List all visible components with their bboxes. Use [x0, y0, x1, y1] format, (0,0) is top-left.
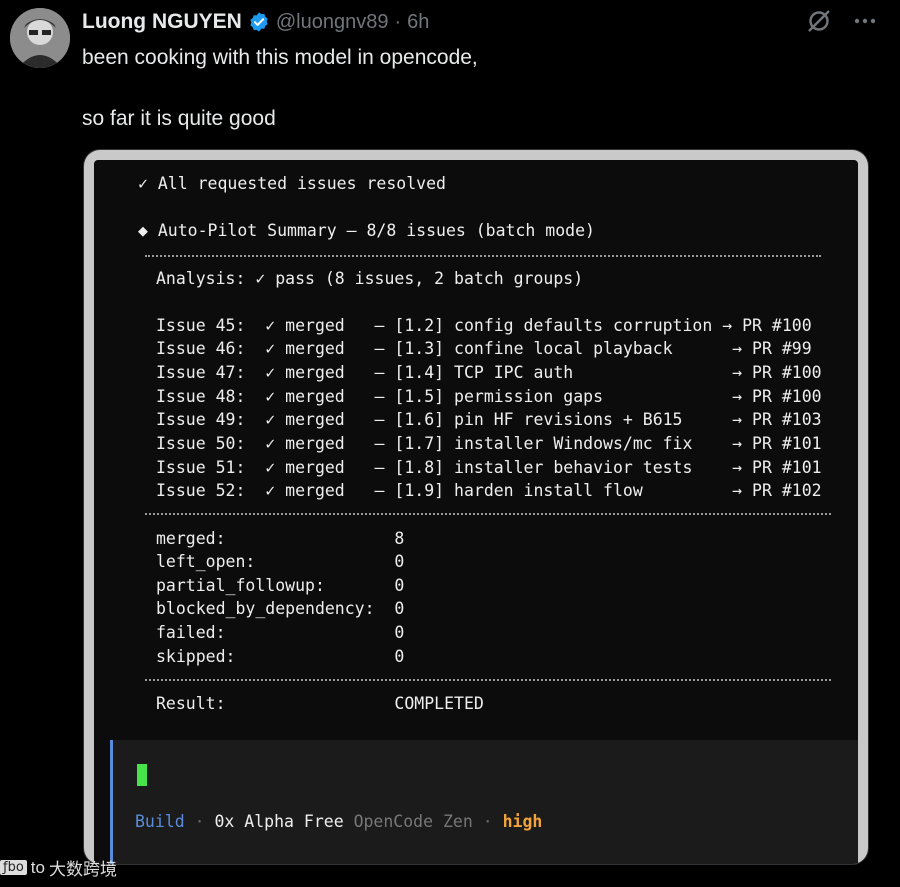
tweet-media-image[interactable]: ✓ All requested issues resolved ◆ Auto-P… — [84, 150, 868, 864]
tweet-text-line: so far it is quite good — [82, 107, 276, 130]
issue-line: Issue 45: ✓ merged — [1.2] config defaul… — [156, 316, 812, 335]
post-time[interactable]: 6h — [407, 11, 429, 34]
divider — [145, 679, 831, 681]
author-handle[interactable]: @luongnv89 — [276, 11, 389, 34]
divider — [145, 513, 831, 515]
stat-line: merged: 8 — [156, 529, 405, 548]
watermark-text: 大数跨境 — [48, 860, 117, 879]
author-name[interactable]: Luong NGUYEN — [82, 10, 242, 34]
status-bar: Build · 0x Alpha Free OpenCode Zen · hig… — [135, 812, 542, 831]
provider-name: OpenCode Zen — [353, 812, 473, 831]
divider — [145, 255, 821, 257]
watermark-prefix: to — [30, 857, 45, 877]
mode-label[interactable]: Build — [135, 812, 185, 831]
issue-line: Issue 50: ✓ merged — [1.7] installer Win… — [156, 434, 822, 453]
status-separator: · — [194, 812, 205, 831]
avatar[interactable] — [10, 8, 70, 68]
resolved-line: ✓ All requested issues resolved — [138, 174, 446, 193]
issue-line: Issue 46: ✓ merged — [1.3] confine local… — [156, 339, 812, 358]
model-name[interactable]: 0x Alpha Free — [214, 812, 343, 831]
text-cursor — [137, 764, 147, 786]
tweet-text-blank — [82, 73, 478, 103]
terminal-window: ✓ All requested issues resolved ◆ Auto-P… — [94, 160, 858, 864]
avatar-image — [10, 8, 70, 68]
issue-line: Issue 52: ✓ merged — [1.9] harden instal… — [156, 481, 822, 500]
stat-line: partial_followup: 0 — [156, 576, 405, 595]
effort-level[interactable]: high — [503, 812, 543, 831]
status-separator: · — [482, 812, 493, 831]
analysis-line: Analysis: ✓ pass (8 issues, 2 batch grou… — [156, 269, 584, 288]
header-separator: · — [394, 10, 402, 33]
more-icon[interactable] — [852, 8, 878, 34]
result-line: Result: COMPLETED — [156, 694, 484, 713]
prompt-input-panel[interactable]: Build · 0x Alpha Free OpenCode Zen · hig… — [110, 740, 858, 864]
watermark-logo: ƒbo — [0, 860, 27, 875]
grok-icon[interactable] — [806, 8, 832, 34]
tweet-text: been cooking with this model in opencode… — [82, 42, 478, 134]
stat-line: skipped: 0 — [156, 647, 405, 666]
summary-line: ◆ Auto-Pilot Summary — 8/8 issues (batch… — [138, 221, 595, 240]
issue-line: Issue 48: ✓ merged — [1.5] permission ga… — [156, 387, 822, 406]
verified-badge-icon — [248, 11, 270, 33]
top-actions — [806, 8, 878, 34]
issue-line: Issue 47: ✓ merged — [1.4] TCP IPC auth … — [156, 363, 822, 382]
issue-line: Issue 49: ✓ merged — [1.6] pin HF revisi… — [156, 410, 822, 429]
tweet-header: Luong NGUYEN @luongnv89 · 6h — [82, 8, 429, 36]
stat-line: failed: 0 — [156, 623, 405, 642]
issue-line: Issue 51: ✓ merged — [1.8] installer beh… — [156, 458, 822, 477]
watermark: ƒbo to 大数跨境 — [0, 855, 117, 880]
stat-line: left_open: 0 — [156, 552, 405, 571]
tweet-text-line: been cooking with this model in opencode… — [82, 46, 478, 69]
stat-line: blocked_by_dependency: 0 — [156, 599, 405, 618]
